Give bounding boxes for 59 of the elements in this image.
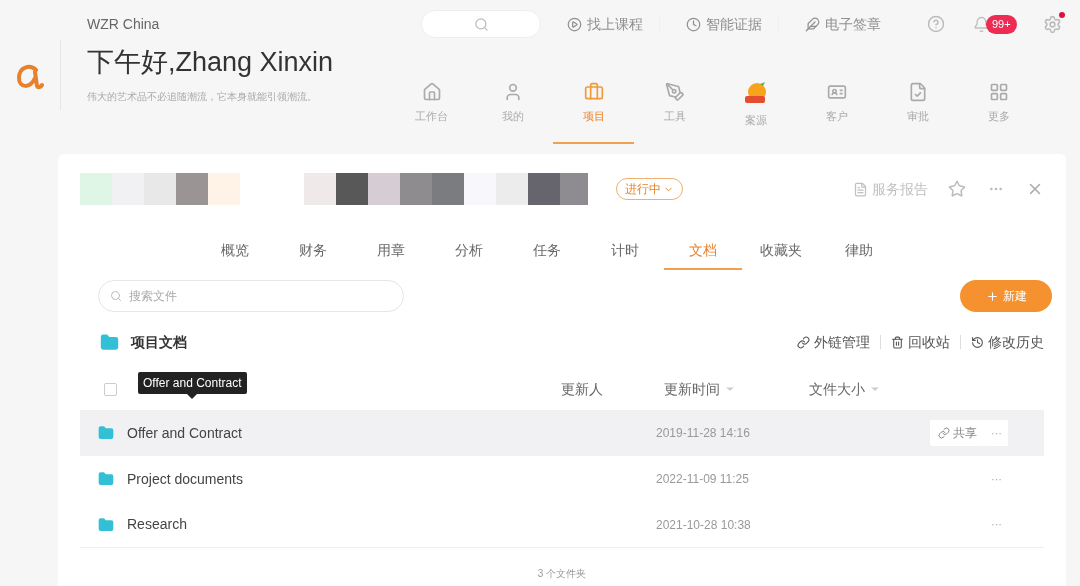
file-search-field[interactable]: 搜索文件 <box>98 280 404 312</box>
top-link-icon <box>805 16 820 32</box>
column-header[interactable]: 更新人 <box>561 378 603 400</box>
tooltip: Offer and Contract <box>138 372 247 399</box>
nav-icon <box>988 82 1009 102</box>
plus-icon <box>985 289 999 303</box>
update-time: 2019-11-28 14:16 <box>656 425 751 442</box>
tab[interactable]: 分析 <box>430 232 508 270</box>
toolbar-icon <box>971 335 984 349</box>
settings-icon[interactable] <box>1042 14 1062 34</box>
logo-icon <box>16 64 44 90</box>
org-name: WZR China <box>87 15 161 34</box>
motto: 伟大的艺术品不必追随潮流，它本身就能引领潮流。 <box>87 90 318 104</box>
column-header[interactable]: 文件大小 <box>809 378 865 400</box>
tab[interactable]: 律助 <box>820 232 898 270</box>
folder-count: 3 个文件夹 <box>537 567 587 581</box>
folder-icon <box>98 516 114 533</box>
top-link-icon <box>686 16 701 32</box>
tab[interactable]: 财务 <box>274 232 352 270</box>
link-icon <box>938 427 950 439</box>
select-all-checkbox[interactable] <box>104 382 117 396</box>
notification-badge: 99+ <box>986 14 1017 34</box>
file-name[interactable]: Offer and Contract <box>127 422 543 444</box>
help-icon[interactable] <box>927 15 945 33</box>
search-icon <box>110 290 122 302</box>
folder-icon <box>98 471 114 487</box>
tab[interactable]: 收藏夹 <box>742 232 820 270</box>
top-link[interactable]: 智能证据 <box>674 13 774 35</box>
tab[interactable]: 计时 <box>586 232 664 270</box>
nav-icon <box>826 82 847 102</box>
report-icon <box>853 181 868 197</box>
tab[interactable]: 用章 <box>352 232 430 270</box>
search-field[interactable] <box>421 10 541 38</box>
toolbar-link[interactable]: 修改历史 <box>971 331 1044 353</box>
greeting: 下午好,Zhang Xinxin <box>87 46 335 79</box>
toolbar-icon <box>797 335 810 349</box>
share-button[interactable]: 共享 <box>930 420 985 446</box>
file-row[interactable]: Offer and Contract 2019-11-28 14:16 共享 ··· <box>80 410 1044 456</box>
folder-icon <box>100 332 119 352</box>
file-name[interactable]: Research <box>127 514 543 535</box>
toolbar-link[interactable]: 外链管理 <box>797 331 870 353</box>
file-name[interactable]: Project documents <box>127 468 543 490</box>
top-link[interactable]: 找上课程 <box>555 13 655 35</box>
nav-icon <box>583 82 604 102</box>
toolbar-link[interactable]: 回收站 <box>891 331 950 353</box>
nav-icon <box>421 82 442 102</box>
tab[interactable]: 概览 <box>196 232 274 270</box>
star-icon[interactable] <box>948 180 966 198</box>
top-link-icon <box>567 16 582 32</box>
search-icon <box>473 16 489 32</box>
update-time: 2021-10-28 10:38 <box>656 516 752 534</box>
nav-icon <box>664 82 685 102</box>
tab[interactable]: 任务 <box>508 232 586 270</box>
column-header[interactable]: 更新时间 <box>664 378 720 400</box>
top-link[interactable]: 电子签章 <box>793 13 893 35</box>
folder-icon <box>98 425 114 441</box>
toolbar-icon <box>891 335 904 349</box>
update-time: 2022-11-09 11:25 <box>656 471 750 488</box>
folder-title: 项目文档 <box>131 332 187 352</box>
